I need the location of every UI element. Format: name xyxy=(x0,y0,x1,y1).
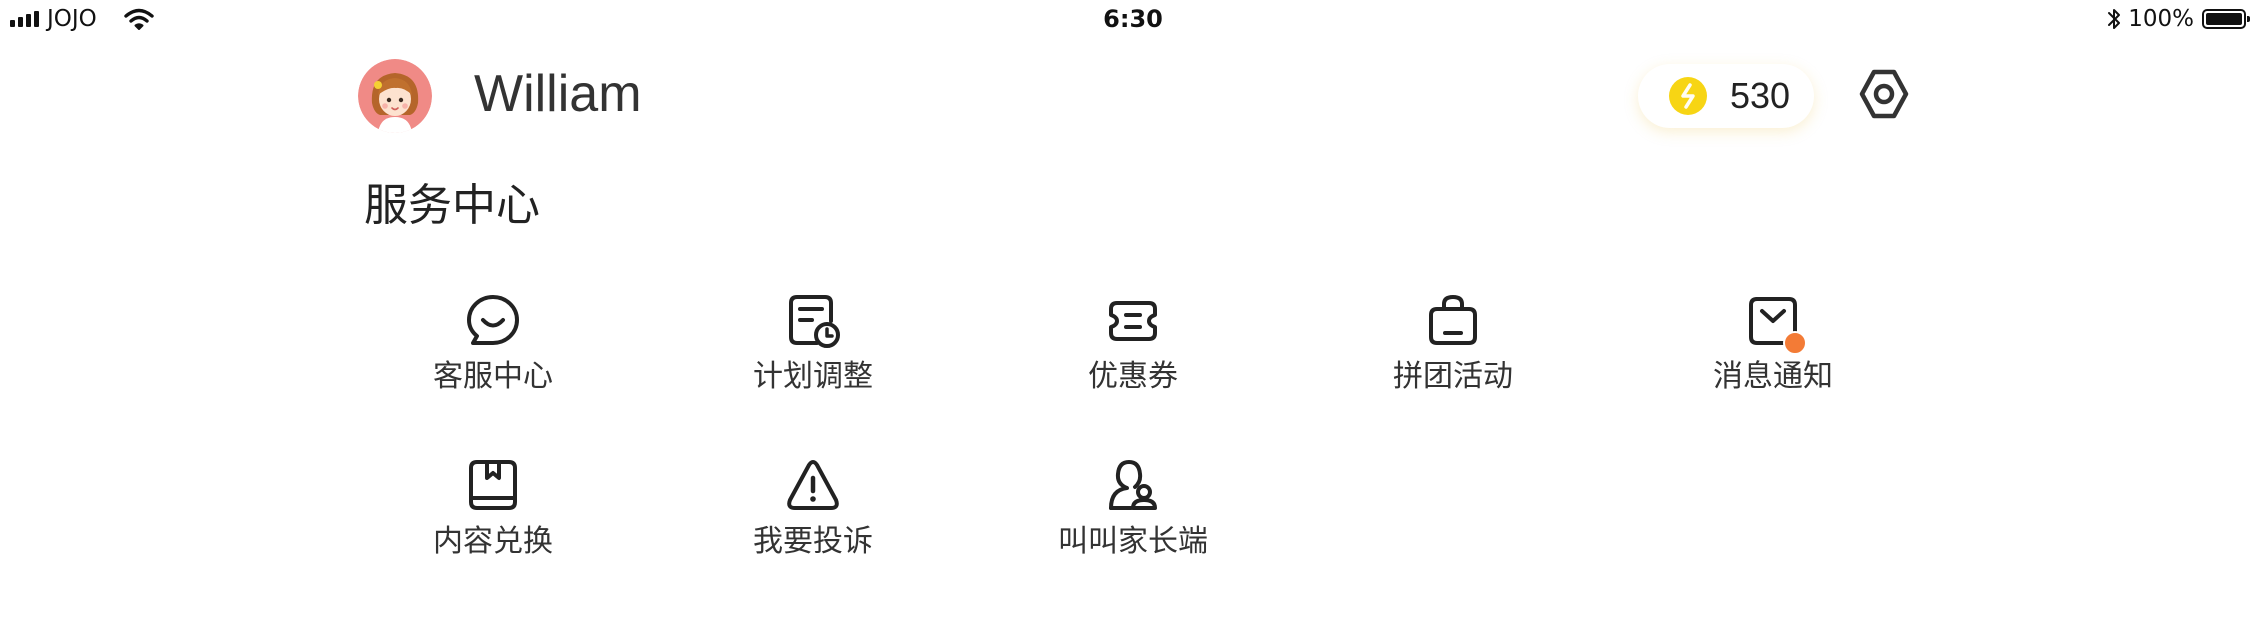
service-item-label: 拼团活动 xyxy=(1393,359,1513,394)
service-item-coupon[interactable]: 优惠券 xyxy=(1023,293,1243,423)
parents-users-icon xyxy=(1109,460,1157,510)
notification-badge-dot xyxy=(1783,331,1807,355)
service-item-parents-app[interactable]: 叫叫家长端 xyxy=(1023,458,1243,588)
service-item-group-buy[interactable]: 拼团活动 xyxy=(1343,293,1563,423)
chat-bubble-smile-icon xyxy=(467,295,519,345)
warning-triangle-icon xyxy=(787,460,839,510)
service-item-content-exchange[interactable]: 内容兑换 xyxy=(383,458,603,588)
service-item-customer-service[interactable]: 客服中心 xyxy=(383,293,603,423)
service-grid: 客服中心 计划调整 优惠券 拼团活动 消息通知 内容兑换 我要投诉 叫叫家长端 xyxy=(0,0,2266,630)
service-item-label: 消息通知 xyxy=(1713,359,1833,394)
service-item-label: 我要投诉 xyxy=(753,524,873,559)
shopping-bag-icon xyxy=(1429,294,1477,345)
plan-clock-icon xyxy=(789,295,840,348)
service-item-label: 客服中心 xyxy=(433,359,553,394)
book-exchange-icon xyxy=(469,460,517,510)
service-item-label: 优惠券 xyxy=(1088,359,1178,394)
service-item-complaint[interactable]: 我要投诉 xyxy=(703,458,923,588)
service-item-label: 叫叫家长端 xyxy=(1058,524,1208,559)
service-item-label: 内容兑换 xyxy=(433,524,553,559)
service-item-notifications[interactable]: 消息通知 xyxy=(1663,293,1883,423)
coupon-ticket-icon xyxy=(1109,301,1157,341)
service-item-label: 计划调整 xyxy=(753,359,873,394)
service-item-plan-adjust[interactable]: 计划调整 xyxy=(703,293,923,423)
